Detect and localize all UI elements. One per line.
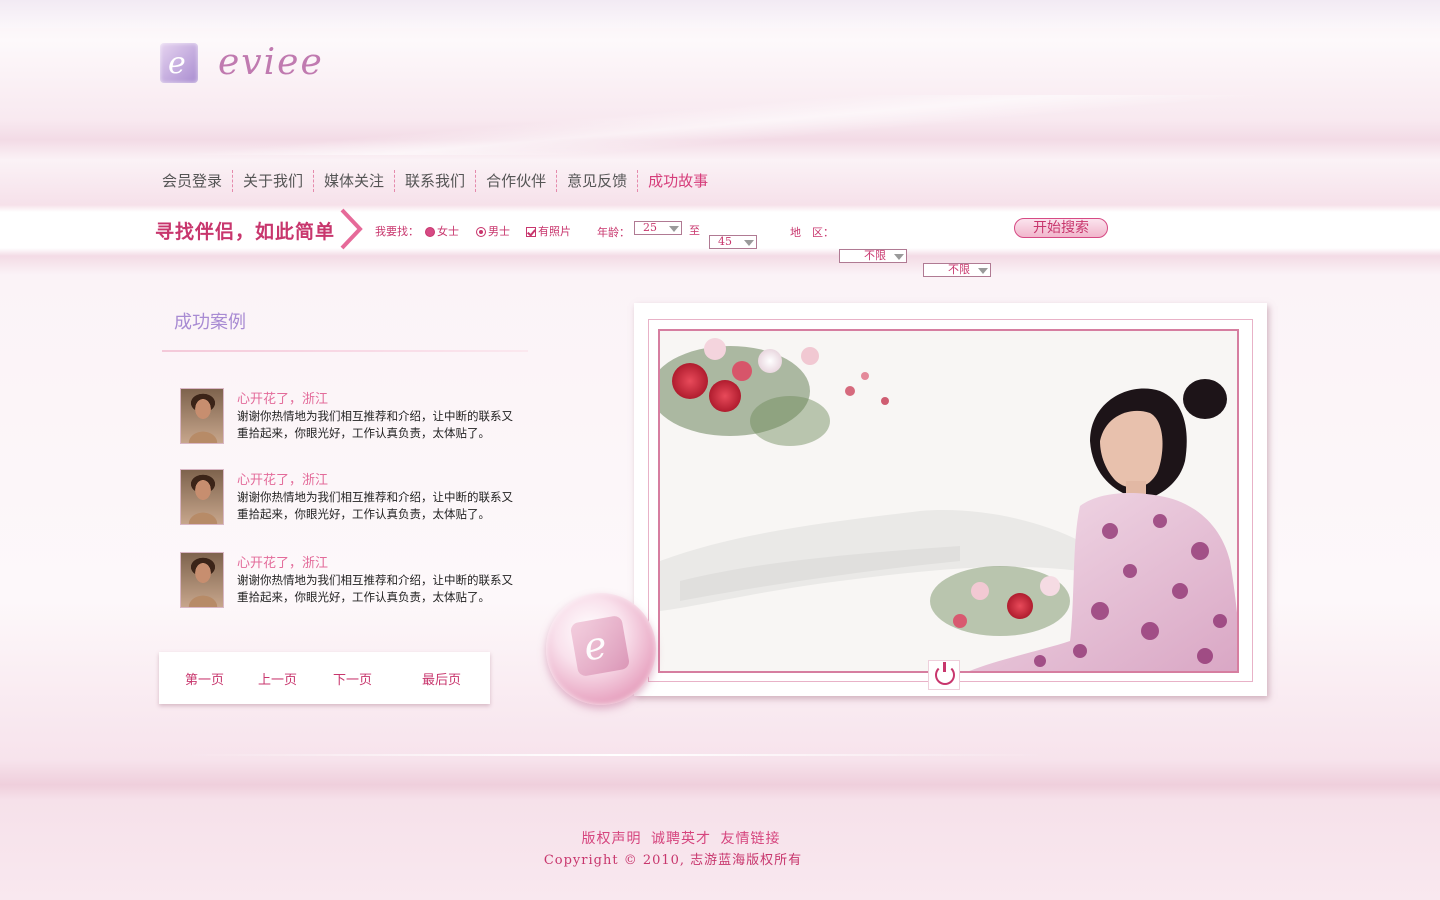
search-slogan: 寻找伴侣，如此简单 bbox=[155, 221, 336, 243]
region-1-value: 不限 bbox=[864, 249, 886, 262]
nav-item-about[interactable]: 关于我们 bbox=[233, 170, 315, 192]
photo-frame bbox=[634, 303, 1267, 696]
photo-label: 有照片 bbox=[538, 225, 571, 238]
age-to-select[interactable]: 45 bbox=[709, 235, 757, 249]
nav-item-feedback[interactable]: 意见反馈 bbox=[557, 170, 639, 192]
male-label: 男士 bbox=[488, 225, 510, 238]
section-divider bbox=[162, 350, 528, 352]
avatar bbox=[180, 469, 224, 525]
nav-item-contact[interactable]: 联系我们 bbox=[395, 170, 477, 192]
case-title[interactable]: 心开花了，浙江 bbox=[237, 388, 328, 407]
avatar bbox=[180, 388, 224, 444]
footer-copyright-notice-link[interactable]: 版权声明 bbox=[582, 831, 642, 847]
footer-jobs-link[interactable]: 诚聘英才 bbox=[651, 831, 711, 847]
region-select-2[interactable]: 不限 bbox=[923, 263, 991, 277]
photo-checkbox[interactable]: 有照片 bbox=[526, 223, 571, 239]
decorative-line bbox=[180, 754, 1050, 756]
copyright-text: Copyright © 2010, 志游蓝海版权所有 bbox=[543, 853, 803, 868]
next-page-link[interactable]: 下一页 bbox=[333, 669, 372, 688]
avatar bbox=[180, 552, 224, 608]
female-label: 女士 bbox=[437, 225, 459, 238]
dropdown-arrow-icon bbox=[894, 254, 904, 260]
dropdown-arrow-icon bbox=[669, 226, 679, 232]
case-text: 谢谢你热情地为我们相互推荐和介绍，让中断的联系又重拾起来，你眼光好，工作认真负责… bbox=[237, 573, 513, 604]
female-radio[interactable]: 女士 bbox=[425, 223, 459, 239]
age-label: 年龄： bbox=[597, 226, 630, 239]
footer-friend-links[interactable]: 友情链接 bbox=[720, 831, 780, 847]
site-logo[interactable]: e eviee bbox=[158, 42, 338, 86]
region-label: 地 区： bbox=[790, 226, 834, 239]
logo-icon: e bbox=[160, 43, 198, 83]
age-from-value: 25 bbox=[643, 221, 657, 234]
header-swoosh bbox=[0, 95, 1440, 155]
case-item[interactable]: 心开花了，浙江 谢谢你热情地为我们相互推荐和介绍，让中断的联系又重拾起来，你眼光… bbox=[180, 469, 520, 527]
radio-icon bbox=[425, 227, 435, 237]
dropdown-arrow-icon bbox=[978, 268, 988, 274]
featured-photo[interactable] bbox=[658, 329, 1239, 673]
start-search-button[interactable]: 开始搜索 bbox=[1014, 218, 1108, 238]
age-from-select[interactable]: 25 bbox=[634, 221, 682, 235]
prev-page-link[interactable]: 上一页 bbox=[258, 669, 297, 688]
radio-icon bbox=[476, 227, 486, 237]
region-2-value: 不限 bbox=[948, 263, 970, 276]
first-page-link[interactable]: 第一页 bbox=[185, 669, 224, 688]
top-band bbox=[0, 0, 1440, 28]
logo-icon: e bbox=[569, 614, 631, 678]
brand-orb-button[interactable]: e bbox=[546, 593, 656, 705]
age-to-label: 至 bbox=[689, 224, 700, 237]
case-title[interactable]: 心开花了，浙江 bbox=[237, 552, 328, 571]
case-text: 谢谢你热情地为我们相互推荐和介绍，让中断的联系又重拾起来，你眼光好，工作认真负责… bbox=[237, 409, 513, 440]
chevron-right-icon bbox=[340, 208, 363, 250]
case-text: 谢谢你热情地为我们相互推荐和介绍，让中断的联系又重拾起来，你眼光好，工作认真负责… bbox=[237, 490, 513, 521]
power-icon bbox=[935, 662, 955, 685]
logo-text: eviee bbox=[218, 42, 324, 83]
pager: 第一页 上一页 下一页 最后页 bbox=[159, 652, 490, 704]
region-select-1[interactable]: 不限 bbox=[839, 249, 907, 263]
last-page-link[interactable]: 最后页 bbox=[422, 669, 461, 688]
checkbox-icon bbox=[526, 227, 536, 237]
dropdown-arrow-icon bbox=[744, 240, 754, 246]
case-title[interactable]: 心开花了，浙江 bbox=[237, 469, 328, 488]
nav-item-success-stories[interactable]: 成功故事 bbox=[638, 170, 718, 192]
male-radio[interactable]: 男士 bbox=[476, 223, 510, 239]
seeking-label: 我要找： bbox=[375, 225, 419, 238]
main-nav: 会员登录 关于我们 媒体关注 联系我们 合作伙伴 意见反馈 成功故事 bbox=[152, 168, 718, 194]
footer-links: 版权声明 诚聘英才 友情链接 bbox=[0, 828, 1362, 848]
nav-item-login[interactable]: 会员登录 bbox=[152, 170, 234, 192]
photo-illustration bbox=[660, 338, 1237, 671]
age-to-value: 45 bbox=[718, 235, 732, 248]
section-title: 成功案例 bbox=[174, 312, 246, 333]
nav-item-partners[interactable]: 合作伙伴 bbox=[476, 170, 558, 192]
power-button[interactable] bbox=[928, 660, 960, 690]
nav-item-media[interactable]: 媒体关注 bbox=[314, 170, 396, 192]
case-item[interactable]: 心开花了，浙江 谢谢你热情地为我们相互推荐和介绍，让中断的联系又重拾起来，你眼光… bbox=[180, 552, 520, 610]
case-item[interactable]: 心开花了，浙江 谢谢你热情地为我们相互推荐和介绍，让中断的联系又重拾起来，你眼光… bbox=[180, 388, 520, 446]
